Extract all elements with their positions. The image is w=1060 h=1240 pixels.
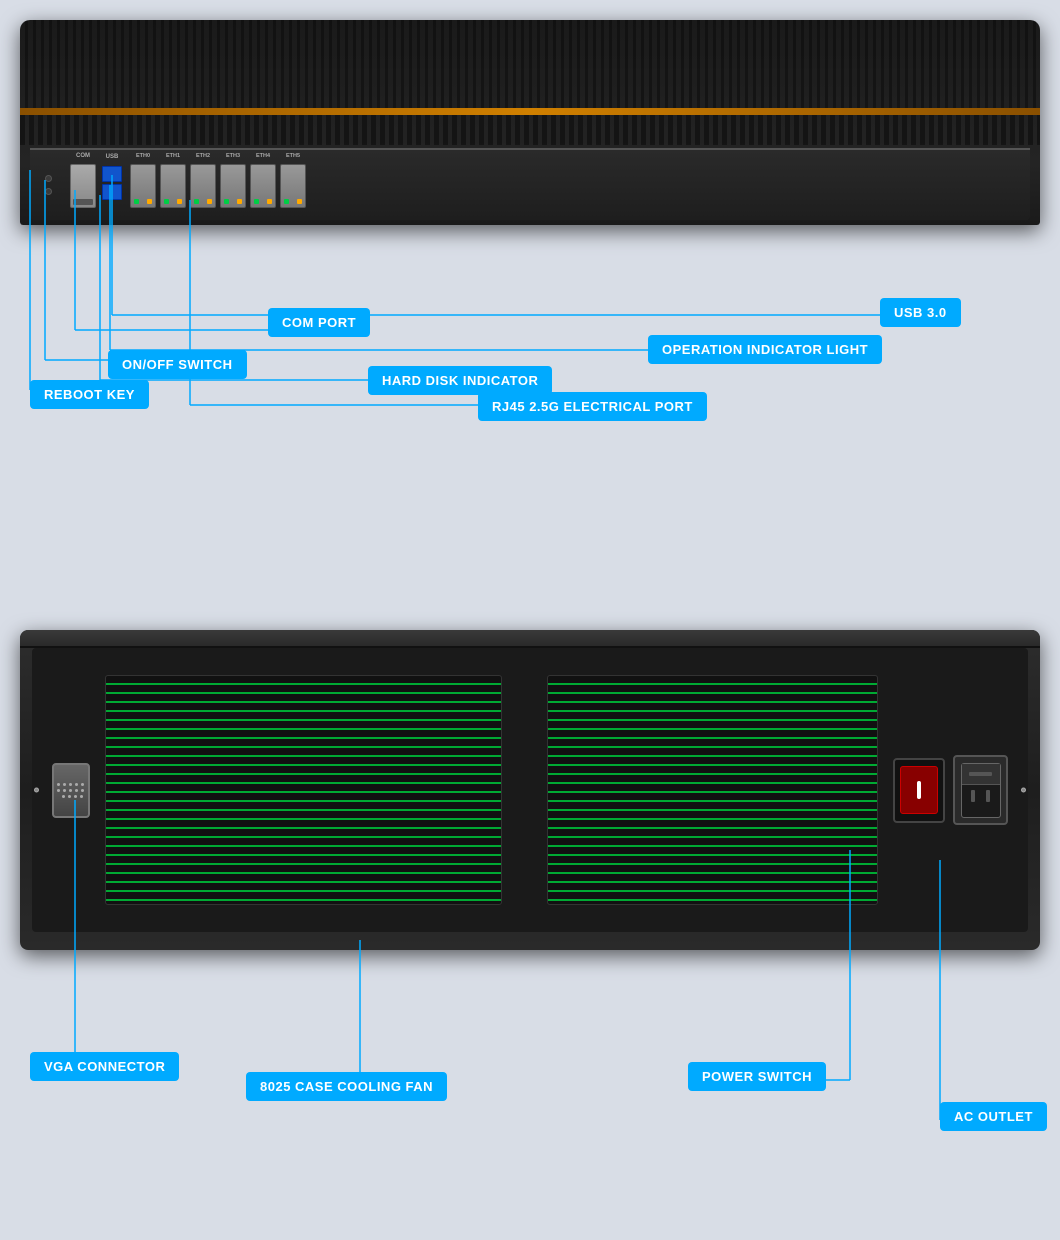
top-vent xyxy=(20,20,1040,108)
vga-screw-left xyxy=(34,788,39,793)
power-switch-label: POWER SWITCH xyxy=(688,1062,826,1091)
vent-section-2 xyxy=(547,675,878,905)
chassis-bottom-body xyxy=(20,630,1040,950)
vga-screw-right xyxy=(1021,788,1026,793)
chassis-top-body: COM USB ETH0 ETH1 xyxy=(20,20,1040,225)
eth3-port: ETH3 xyxy=(220,164,246,208)
com-port-visual: COM xyxy=(70,164,96,208)
left-indicators xyxy=(45,175,52,195)
com-port-label: COM PORT xyxy=(268,308,370,337)
eth-ports-visual: ETH0 ETH1 ETH2 xyxy=(130,164,306,208)
eth5-port: ETH5 xyxy=(280,164,306,208)
usb-label: USB xyxy=(106,154,119,160)
cooling-fan-label: 8025 CASE COOLING FAN xyxy=(246,1072,447,1101)
vent-section-1 xyxy=(105,675,502,905)
operation-indicator-label: OPERATION INDICATOR LIGHT xyxy=(648,335,882,364)
indicator-dot-2 xyxy=(45,188,52,195)
front-face-panel: COM USB ETH0 ETH1 xyxy=(30,148,1030,220)
com-label: COM xyxy=(76,153,90,159)
on-off-switch-label: ON/OFF SWITCH xyxy=(108,350,247,379)
lower-vent xyxy=(20,115,1040,145)
right-panel xyxy=(893,755,1008,825)
eth0-port: ETH0 xyxy=(130,164,156,208)
rj45-label: RJ45 2.5G ELECTRICAL PORT xyxy=(478,392,707,421)
bottom-device-section: VGA CONNECTOR 8025 CASE COOLING FAN POWE… xyxy=(20,600,1040,1220)
chassis-lip xyxy=(20,630,1040,648)
eth2-port: ETH2 xyxy=(190,164,216,208)
reboot-key-label: REBOOT KEY xyxy=(30,380,149,409)
usb-ports-visual: USB xyxy=(102,166,122,200)
ac-outlet-visual xyxy=(953,755,1008,825)
eth1-port: ETH1 xyxy=(160,164,186,208)
hard-disk-indicator-label: HARD DISK INDICATOR xyxy=(368,366,552,395)
usb-port-2 xyxy=(102,184,122,200)
ac-outlet-label: AC OUTLET xyxy=(940,1102,1047,1131)
top-device-section: COM USB ETH0 ETH1 xyxy=(20,20,1040,410)
indicator-dot-1 xyxy=(45,175,52,182)
usb30-label: USB 3.0 xyxy=(880,298,961,327)
orange-stripe xyxy=(20,108,1040,115)
vga-connector-label: VGA CONNECTOR xyxy=(30,1052,179,1081)
eth4-port: ETH4 xyxy=(250,164,276,208)
rear-face-panel xyxy=(32,648,1028,932)
vga-port-visual xyxy=(52,763,90,818)
usb-port-1 xyxy=(102,166,122,182)
power-switch-visual xyxy=(893,758,945,823)
